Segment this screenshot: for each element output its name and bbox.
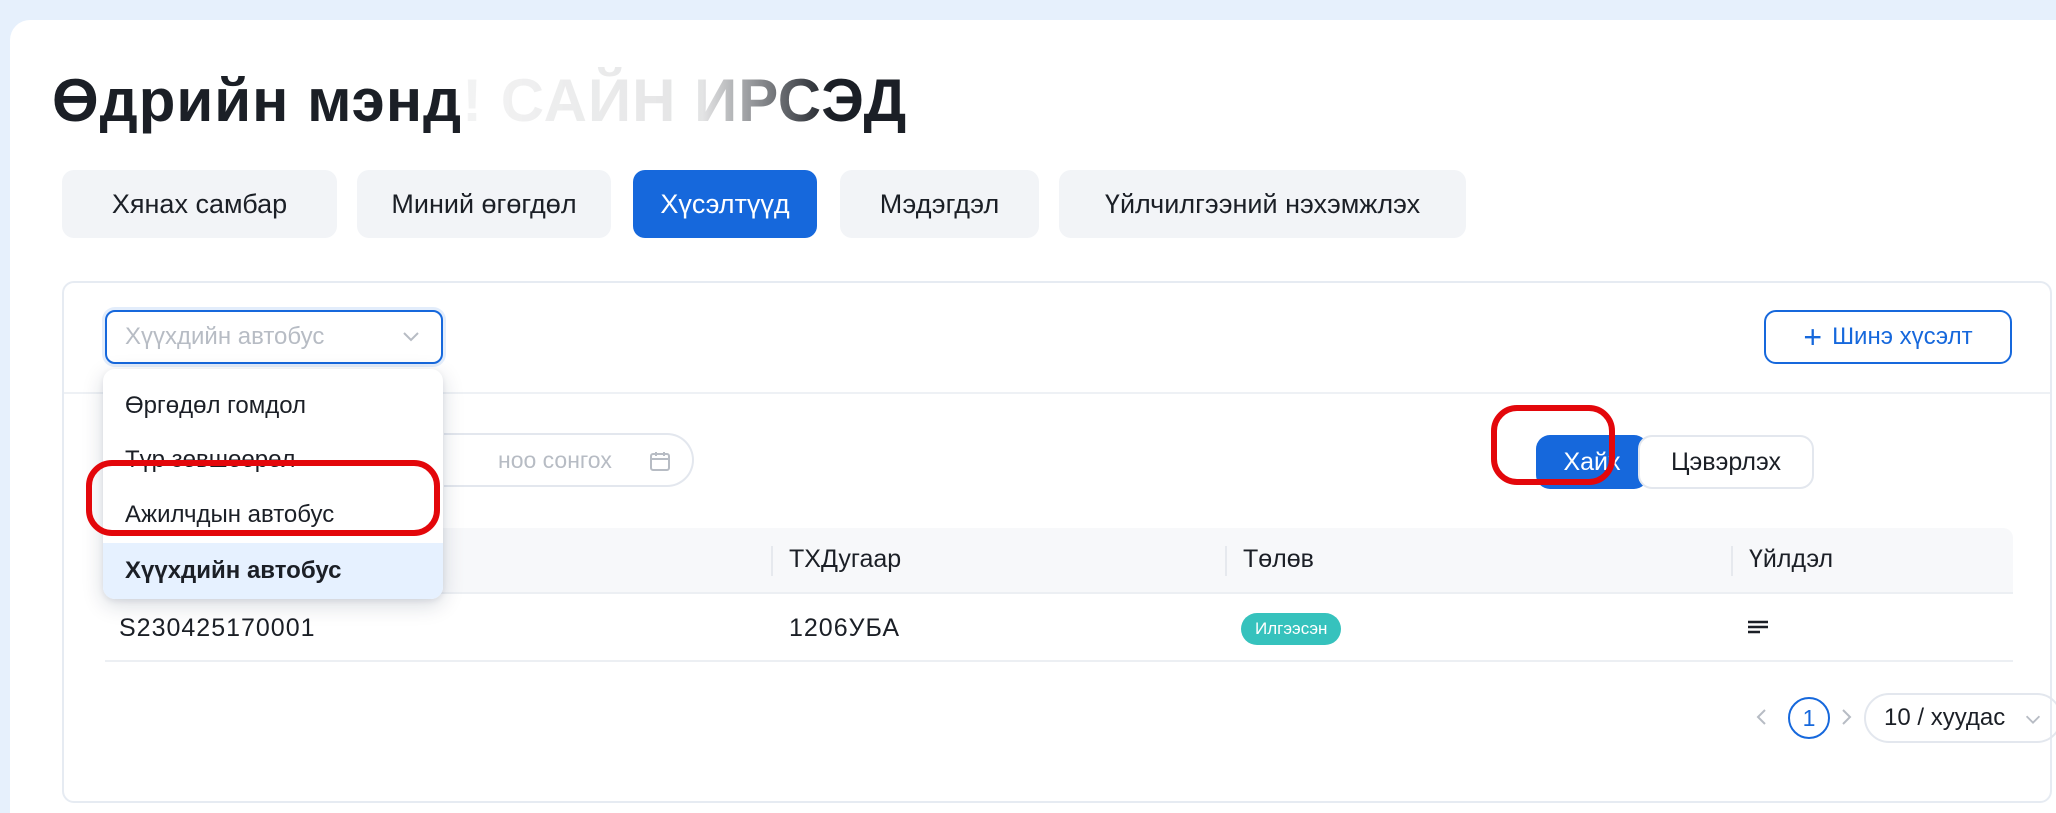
- dropdown-option-complaint[interactable]: Өргөдөл гомдол: [103, 379, 443, 433]
- plate-number-cell: 1206УБА: [789, 614, 901, 642]
- column-divider: [1731, 546, 1733, 576]
- new-request-label: Шинэ хүсэлт: [1832, 323, 1973, 350]
- column-divider: [771, 546, 773, 576]
- date-picker-placeholder: ноо сонгох: [498, 446, 612, 473]
- date-picker-field[interactable]: ноо сонгох: [444, 433, 694, 487]
- chevron-down-icon: [2025, 715, 2041, 724]
- clear-button[interactable]: Цэвэрлэх: [1638, 435, 1814, 489]
- column-header-plate: ТХДугаар: [789, 545, 902, 573]
- menu-icon[interactable]: [1747, 619, 1769, 635]
- page-size-select[interactable]: 10 / хуудас: [1864, 693, 2056, 743]
- tab-my-data[interactable]: Миний өгөгдөл: [357, 170, 611, 238]
- dropdown-option-children-bus[interactable]: Хүүхдийн автобус: [103, 543, 443, 599]
- dropdown-option-employee-bus[interactable]: Ажилчдын автобус: [103, 488, 443, 542]
- tab-dashboard[interactable]: Хянах самбар: [62, 170, 337, 238]
- page-number-current[interactable]: 1: [1788, 697, 1830, 739]
- request-type-dropdown: Өргөдөл гомдол Түр зөвшөөрөл Ажилчдын ав…: [103, 369, 443, 599]
- request-type-select[interactable]: Хүүхдийн автобус: [105, 310, 443, 364]
- request-type-placeholder: Хүүхдийн автобус: [125, 323, 325, 350]
- tab-service-invoice[interactable]: Үйлчилгээний нэхэмжлэх: [1059, 170, 1466, 238]
- dropdown-option-temporary-permit[interactable]: Түр зөвшөөрөл: [103, 433, 443, 487]
- calendar-icon: [650, 452, 670, 471]
- tab-requests[interactable]: Хүсэлтүүд: [633, 170, 817, 238]
- title-tail: Д: [863, 67, 908, 134]
- page-container: Өдрийн мэнд! САЙН ИРСЭД Хянах самбар Мин…: [10, 20, 2056, 813]
- column-divider: [1225, 546, 1227, 576]
- chevron-left-icon[interactable]: [1750, 705, 1774, 729]
- table-row[interactable]: S230425170001 1206УБА Илгээсэн: [105, 596, 2013, 662]
- plus-icon: +: [1803, 319, 1823, 355]
- search-button[interactable]: Хайх: [1536, 435, 1648, 489]
- chevron-right-icon[interactable]: [1834, 705, 1858, 729]
- page-size-label: 10 / хуудас: [1884, 704, 2006, 731]
- request-id-cell: S230425170001: [119, 614, 316, 642]
- title-greeting: Өдрийн мэнд: [52, 67, 463, 134]
- status-badge: Илгээсэн: [1241, 613, 1342, 645]
- column-header-status: Төлөв: [1243, 545, 1314, 573]
- tab-notifications[interactable]: Мэдэгдэл: [840, 170, 1039, 238]
- chevron-down-icon: [403, 332, 419, 342]
- column-header-action: Үйлдэл: [1749, 545, 1834, 573]
- title-faded-text: ! САЙН ИРСЭ: [462, 67, 864, 134]
- page-title: Өдрийн мэнд! САЙН ИРСЭД: [52, 60, 907, 142]
- new-request-button[interactable]: + Шинэ хүсэлт: [1764, 310, 2012, 364]
